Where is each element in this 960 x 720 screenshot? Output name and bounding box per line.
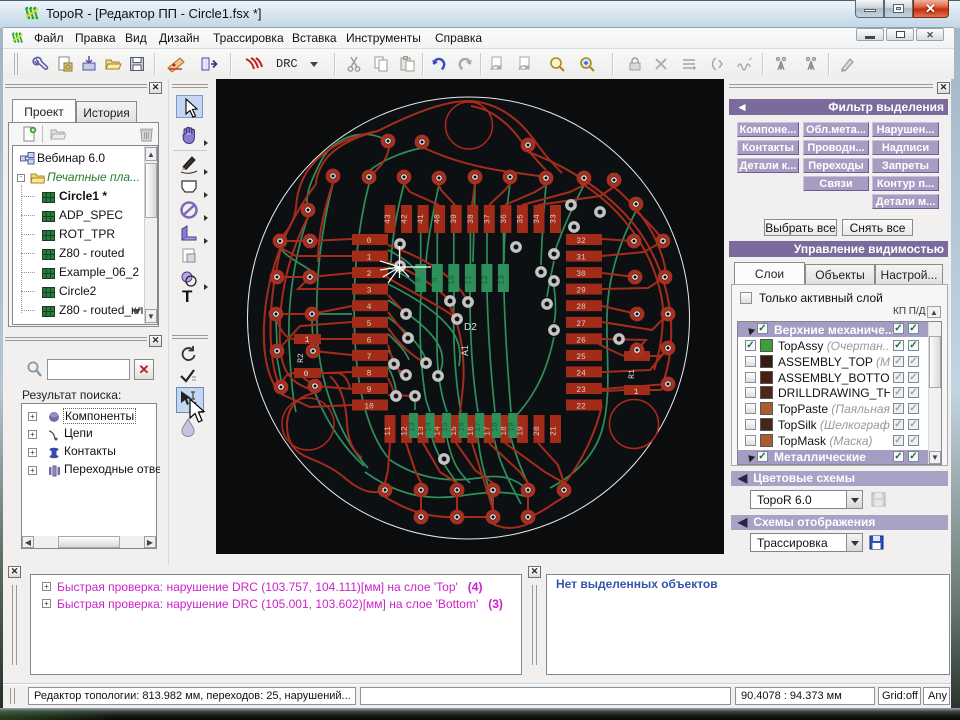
svg-text:27: 27 xyxy=(576,320,586,329)
svg-text:0: 0 xyxy=(304,370,309,379)
svg-text:40: 40 xyxy=(434,214,443,224)
svg-text:9: 9 xyxy=(367,386,372,395)
svg-text:28: 28 xyxy=(576,303,586,312)
svg-text:1: 1 xyxy=(634,388,639,397)
svg-text:R1: R1 xyxy=(628,369,637,379)
svg-text:17: 17 xyxy=(474,422,483,432)
svg-text:10: 10 xyxy=(448,275,457,285)
svg-text:34: 34 xyxy=(533,214,542,224)
svg-text:33: 33 xyxy=(550,214,559,224)
svg-text:4: 4 xyxy=(367,303,372,312)
svg-text:39: 39 xyxy=(450,214,459,224)
svg-text:38: 38 xyxy=(467,214,476,224)
svg-text:1: 1 xyxy=(367,254,372,263)
svg-text:19: 19 xyxy=(516,426,525,436)
svg-text:0: 0 xyxy=(367,237,372,246)
svg-text:23: 23 xyxy=(576,386,586,395)
svg-text:12: 12 xyxy=(481,275,490,285)
svg-text:22: 22 xyxy=(576,403,586,412)
svg-text:18: 18 xyxy=(491,422,500,432)
svg-text:6: 6 xyxy=(367,336,372,345)
svg-text:35: 35 xyxy=(516,214,525,224)
svg-text:14: 14 xyxy=(425,422,434,432)
svg-text:25: 25 xyxy=(576,353,586,362)
svg-text:36: 36 xyxy=(500,214,509,224)
svg-text:31: 31 xyxy=(576,254,586,263)
svg-text:13: 13 xyxy=(497,275,506,285)
svg-text:7: 7 xyxy=(367,353,372,362)
svg-text:26: 26 xyxy=(576,336,586,345)
svg-text:37: 37 xyxy=(483,214,492,224)
svg-text:41: 41 xyxy=(417,214,426,224)
svg-text:13: 13 xyxy=(408,422,417,432)
svg-text:11: 11 xyxy=(464,275,473,285)
svg-text:24: 24 xyxy=(576,369,586,378)
svg-text:2: 2 xyxy=(367,270,372,279)
svg-text:8: 8 xyxy=(367,369,372,378)
svg-text:5: 5 xyxy=(367,320,372,329)
svg-text:D2: D2 xyxy=(464,322,477,333)
svg-text:43: 43 xyxy=(384,214,393,224)
svg-text:R2: R2 xyxy=(297,353,306,363)
svg-text:20: 20 xyxy=(533,426,542,436)
svg-text:16: 16 xyxy=(458,422,467,432)
svg-text:1: 1 xyxy=(305,336,310,345)
svg-text:19: 19 xyxy=(507,422,516,432)
svg-text:32: 32 xyxy=(576,237,586,246)
svg-text:10: 10 xyxy=(364,403,374,412)
svg-text:8: 8 xyxy=(415,277,424,282)
svg-text:11: 11 xyxy=(384,426,393,436)
svg-text:A1: A1 xyxy=(460,345,470,356)
svg-text:29: 29 xyxy=(576,287,586,296)
svg-text:21: 21 xyxy=(550,426,559,436)
svg-text:9: 9 xyxy=(431,277,440,282)
svg-text:30: 30 xyxy=(576,270,586,279)
svg-text:3: 3 xyxy=(367,287,372,296)
svg-text:15: 15 xyxy=(441,422,450,432)
svg-text:42: 42 xyxy=(401,214,410,224)
